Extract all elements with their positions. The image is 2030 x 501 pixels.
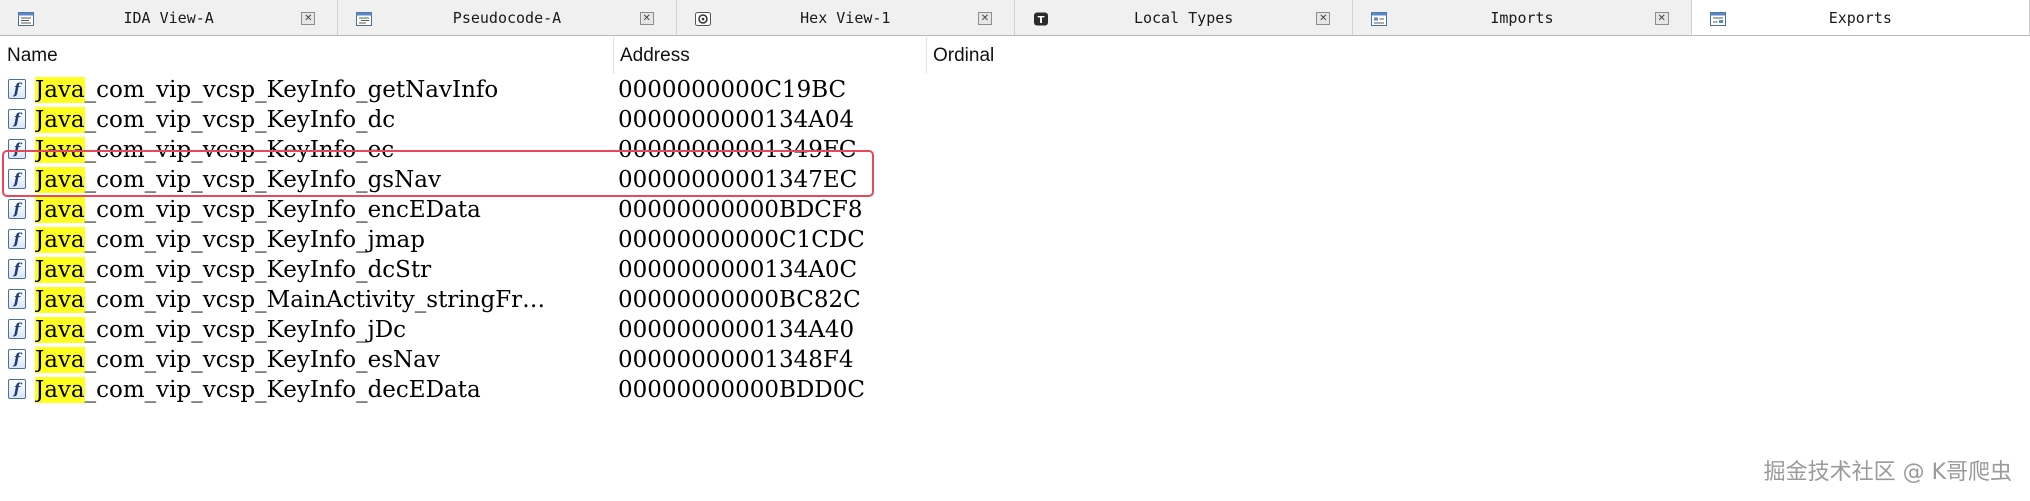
export-name: Java_com_vip_vcsp_KeyInfo_dcStr xyxy=(35,255,609,285)
disassembly-view-icon xyxy=(18,12,34,26)
tab-bar: IDA View-A ✕ Pseudocode-A ✕ Hex View-1 ✕… xyxy=(0,0,2030,36)
tab-imports[interactable]: Imports ✕ xyxy=(1353,0,1692,35)
export-name-rest: _com_vip_vcsp_KeyInfo_dcStr xyxy=(84,257,432,283)
tab-ida-view-a[interactable]: IDA View-A ✕ xyxy=(0,0,339,35)
function-icon: f xyxy=(8,349,26,369)
watermark: 掘金技术社区 @ K哥爬虫 xyxy=(1763,460,2012,485)
tab-label: IDA View-A xyxy=(123,9,214,27)
export-name-rest: _com_vip_vcsp_KeyInfo_dc xyxy=(84,107,396,133)
function-icon: f xyxy=(8,319,26,339)
tab-label: Exports xyxy=(1828,9,1892,27)
tab-exports[interactable]: Exports xyxy=(1691,0,2030,35)
export-name-rest: _com_vip_vcsp_KeyInfo_jmap xyxy=(84,227,425,253)
search-match: Java xyxy=(35,137,85,163)
function-icon: f xyxy=(8,379,26,399)
export-name: Java_com_vip_vcsp_MainActivity_stringFr… xyxy=(35,285,609,315)
exports-list: f Java_com_vip_vcsp_KeyInfo_getNavInfo 0… xyxy=(0,75,2030,405)
pseudocode-view-icon xyxy=(356,12,373,26)
column-header-address[interactable]: Address xyxy=(620,37,926,74)
export-row[interactable]: f Java_com_vip_vcsp_KeyInfo_decEData 000… xyxy=(0,375,2030,405)
export-address: 00000000001349FC xyxy=(618,137,857,163)
export-name: Java_com_vip_vcsp_KeyInfo_jmap xyxy=(35,225,609,255)
local-types-icon: T xyxy=(1033,12,1048,26)
export-address: 0000000000C19BC xyxy=(618,77,847,103)
function-icon: f xyxy=(8,139,26,159)
export-row[interactable]: f Java_com_vip_vcsp_KeyInfo_dc 000000000… xyxy=(0,105,2030,135)
export-name: Java_com_vip_vcsp_KeyInfo_dc xyxy=(35,105,609,135)
export-name-rest: _com_vip_vcsp_KeyInfo_encEData xyxy=(84,197,481,223)
search-match: Java xyxy=(35,77,85,103)
close-icon[interactable]: ✕ xyxy=(977,12,992,25)
export-row[interactable]: f Java_com_vip_vcsp_KeyInfo_jmap 0000000… xyxy=(0,225,2030,255)
column-divider[interactable] xyxy=(613,37,614,74)
export-address: 00000000000BC82C xyxy=(618,287,861,313)
close-icon[interactable]: ✕ xyxy=(301,12,316,25)
close-icon[interactable]: ✕ xyxy=(639,12,654,25)
tab-label: Local Types xyxy=(1133,9,1234,27)
column-divider[interactable] xyxy=(926,37,927,74)
search-match: Java xyxy=(35,257,85,283)
export-row[interactable]: f Java_com_vip_vcsp_KeyInfo_getNavInfo 0… xyxy=(0,75,2030,105)
search-match: Java xyxy=(35,377,85,403)
export-name-rest: _com_vip_vcsp_KeyInfo_decEData xyxy=(84,377,481,403)
search-match: Java xyxy=(35,287,85,313)
function-icon: f xyxy=(8,259,26,279)
svg-text:T: T xyxy=(1038,15,1045,26)
search-match: Java xyxy=(35,197,85,223)
search-match: Java xyxy=(35,107,85,133)
search-match: Java xyxy=(35,317,85,343)
search-match: Java xyxy=(35,227,85,253)
tab-local-types[interactable]: T Local Types ✕ xyxy=(1014,0,1354,35)
column-header-ordinal[interactable]: Ordinal xyxy=(933,37,1233,74)
search-match: Java xyxy=(35,167,85,193)
function-icon: f xyxy=(8,289,26,309)
export-name: Java_com_vip_vcsp_KeyInfo_esNav xyxy=(35,345,609,375)
export-name: Java_com_vip_vcsp_KeyInfo_gsNav xyxy=(35,165,609,195)
imports-icon xyxy=(1371,12,1388,26)
export-address: 00000000001347EC xyxy=(618,167,858,193)
export-row[interactable]: f Java_com_vip_vcsp_KeyInfo_jDc 00000000… xyxy=(0,315,2030,345)
export-address: 0000000000134A0C xyxy=(618,257,858,283)
close-icon[interactable]: ✕ xyxy=(1316,12,1331,25)
export-address: 00000000000C1CDC xyxy=(618,227,865,253)
export-name: Java_com_vip_vcsp_KeyInfo_ec xyxy=(35,135,609,165)
function-icon: f xyxy=(8,79,26,99)
export-name: Java_com_vip_vcsp_KeyInfo_decEData xyxy=(35,375,609,405)
function-icon: f xyxy=(8,229,26,249)
export-row[interactable]: f Java_com_vip_vcsp_KeyInfo_ec 000000000… xyxy=(0,135,2030,165)
export-row[interactable]: f Java_com_vip_vcsp_KeyInfo_gsNav 000000… xyxy=(0,165,2030,195)
export-name-rest: _com_vip_vcsp_MainActivity_stringFr… xyxy=(84,287,546,313)
exports-icon xyxy=(1709,12,1726,26)
export-name-rest: _com_vip_vcsp_KeyInfo_getNavInfo xyxy=(84,77,499,103)
export-row[interactable]: f Java_com_vip_vcsp_KeyInfo_esNav 000000… xyxy=(0,345,2030,375)
export-address: 00000000000BDCF8 xyxy=(618,197,863,223)
export-address: 00000000001348F4 xyxy=(618,347,854,373)
export-address: 00000000000BDD0C xyxy=(618,377,865,403)
tab-hex-view-1[interactable]: Hex View-1 ✕ xyxy=(676,0,1015,35)
export-row[interactable]: f Java_com_vip_vcsp_KeyInfo_encEData 000… xyxy=(0,195,2030,225)
export-name: Java_com_vip_vcsp_KeyInfo_getNavInfo xyxy=(35,75,609,105)
export-name-rest: _com_vip_vcsp_KeyInfo_esNav xyxy=(84,347,440,373)
tab-label: Hex View-1 xyxy=(800,9,891,27)
export-address: 0000000000134A04 xyxy=(618,107,855,133)
hex-view-icon xyxy=(694,12,711,26)
tab-label: Pseudocode-A xyxy=(452,9,562,27)
export-name-rest: _com_vip_vcsp_KeyInfo_ec xyxy=(84,137,395,163)
export-name-rest: _com_vip_vcsp_KeyInfo_jDc xyxy=(84,317,407,343)
search-match: Java xyxy=(35,347,85,373)
export-name-rest: _com_vip_vcsp_KeyInfo_gsNav xyxy=(84,167,441,193)
export-name: Java_com_vip_vcsp_KeyInfo_encEData xyxy=(35,195,609,225)
tab-label: Imports xyxy=(1490,9,1554,27)
function-icon: f xyxy=(8,109,26,129)
export-row[interactable]: f Java_com_vip_vcsp_MainActivity_stringF… xyxy=(0,285,2030,315)
function-icon: f xyxy=(8,169,26,189)
close-icon[interactable]: ✕ xyxy=(1654,12,1669,25)
export-row[interactable]: f Java_com_vip_vcsp_KeyInfo_dcStr 000000… xyxy=(0,255,2030,285)
tab-pseudocode-a[interactable]: Pseudocode-A ✕ xyxy=(338,0,677,35)
export-name: Java_com_vip_vcsp_KeyInfo_jDc xyxy=(35,315,609,345)
function-icon: f xyxy=(8,199,26,219)
export-address: 0000000000134A40 xyxy=(618,317,855,343)
column-header-name[interactable]: Name xyxy=(7,37,613,74)
